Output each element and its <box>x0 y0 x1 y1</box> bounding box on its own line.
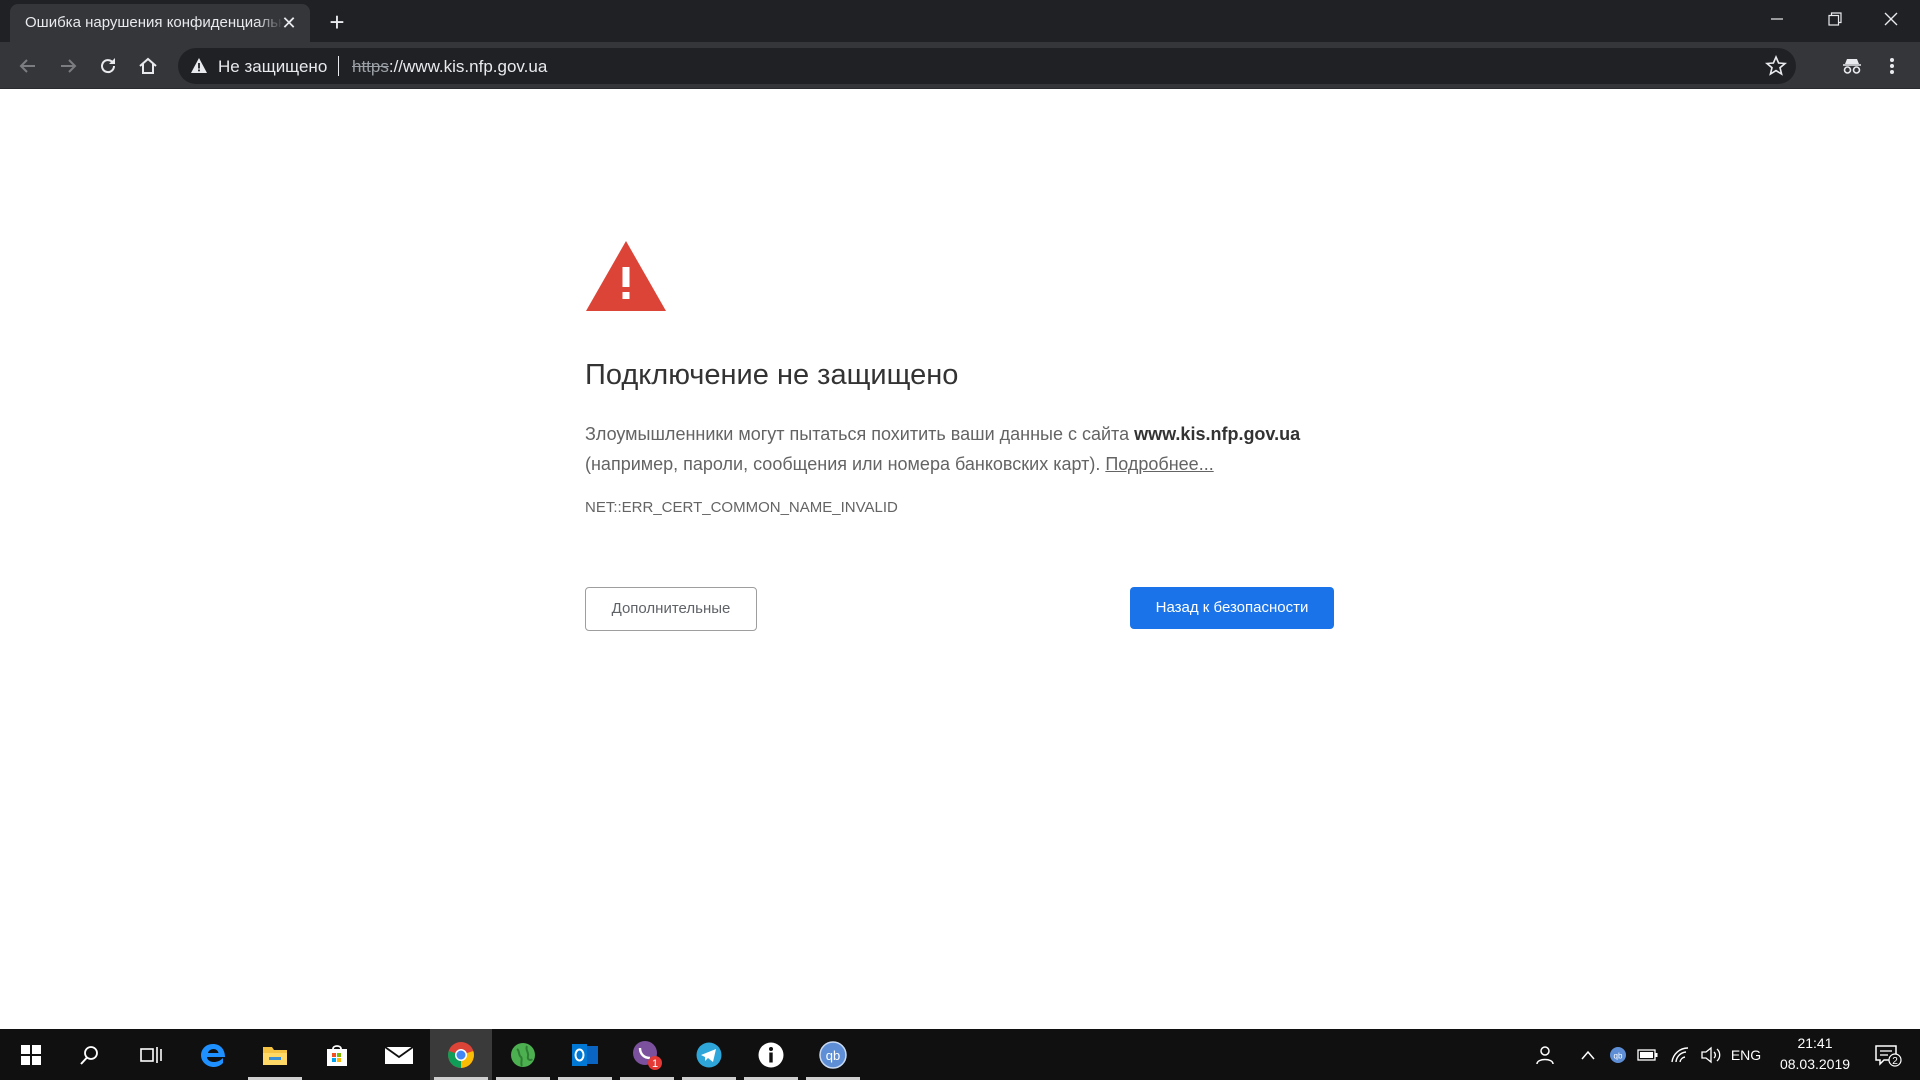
taskbar-mail[interactable] <box>368 1029 430 1080</box>
close-icon <box>1884 12 1898 26</box>
arrow-right-icon <box>61 59 77 73</box>
close-window-button[interactable] <box>1862 0 1920 38</box>
back-button[interactable] <box>12 50 44 82</box>
notification-icon: 2 <box>1875 1044 1902 1067</box>
advanced-button[interactable]: Дополнительные <box>585 587 757 631</box>
tray-qbittorrent[interactable]: qb <box>1606 1029 1630 1080</box>
error-code: NET::ERR_CERT_COMMON_NAME_INVALID <box>585 499 898 516</box>
restore-button[interactable] <box>1806 0 1864 38</box>
outlook-icon <box>572 1043 598 1066</box>
interstitial-page: Подключение не защищено Злоумышленники м… <box>0 89 1920 1029</box>
people-icon <box>1536 1045 1554 1064</box>
address-bar[interactable]: Не защищено https://www.kis.nfp.gov.ua <box>178 48 1796 84</box>
page-title: Подключение не защищено <box>585 359 959 391</box>
clock-time: 21:41 <box>1797 1035 1833 1051</box>
mail-icon <box>384 1045 414 1064</box>
telegram-icon <box>696 1042 722 1067</box>
home-icon <box>139 57 157 74</box>
svg-text:qb: qb <box>826 1048 840 1063</box>
taskbar-viber[interactable]: 1 <box>616 1029 678 1080</box>
menu-button[interactable] <box>1876 50 1908 82</box>
url-text[interactable]: https://www.kis.nfp.gov.ua <box>352 57 547 77</box>
wifi-icon <box>1671 1046 1689 1062</box>
arrow-left-icon <box>19 59 35 73</box>
qbittorrent-tray-icon: qb <box>1610 1046 1626 1063</box>
browser-tab[interactable]: Ошибка нарушения конфиденциальности ✕ <box>10 4 310 42</box>
learn-more-link[interactable]: Подробнее... <box>1105 454 1213 474</box>
battery-icon <box>1637 1048 1658 1061</box>
forward-button[interactable] <box>52 50 84 82</box>
chevron-up-icon <box>1581 1050 1595 1059</box>
kebab-menu-icon <box>1890 58 1894 74</box>
viber-badge: 1 <box>652 1058 658 1070</box>
windows-taskbar: 1 qb qb ENG 21:41 08.03.2019 2 <box>0 1029 1920 1080</box>
action-center-button[interactable]: 2 <box>1868 1029 1908 1080</box>
browser-toolbar: Не защищено https://www.kis.nfp.gov.ua <box>0 42 1920 89</box>
reload-button[interactable] <box>92 50 124 82</box>
info-icon <box>758 1042 784 1067</box>
tray-network[interactable] <box>1666 1029 1694 1080</box>
taskbar-info-app[interactable] <box>740 1029 802 1080</box>
taskbar-telegram[interactable] <box>678 1029 740 1080</box>
store-bag-icon <box>327 1044 347 1066</box>
viber-icon: 1 <box>633 1040 662 1070</box>
url-host: ://www.kis.nfp.gov.ua <box>388 57 548 76</box>
system-clock[interactable]: 21:41 08.03.2019 <box>1760 1033 1870 1075</box>
warning-description: Злоумышленники могут пытаться похитить в… <box>585 419 1345 479</box>
taskbar-chrome[interactable] <box>430 1029 492 1080</box>
tab-strip: Ошибка нарушения конфиденциальности ✕ + <box>0 0 1920 42</box>
taskbar-file-explorer[interactable] <box>244 1029 306 1080</box>
tray-battery[interactable] <box>1634 1029 1662 1080</box>
search-icon <box>80 1045 98 1065</box>
url-scheme: https <box>352 57 389 76</box>
security-status[interactable]: Не защищено <box>218 57 327 77</box>
new-tab-button[interactable]: + <box>322 8 352 38</box>
input-language[interactable]: ENG <box>1728 1029 1764 1080</box>
omnibox-divider <box>338 56 339 76</box>
site-domain: www.kis.nfp.gov.ua <box>1134 424 1301 444</box>
description-text: Злоумышленники могут пытаться похитить в… <box>585 424 1135 444</box>
taskbar-edge[interactable] <box>182 1029 244 1080</box>
taskbar-search-button[interactable] <box>58 1029 120 1080</box>
qbittorrent-icon: qb <box>819 1040 847 1069</box>
notification-count: 2 <box>1892 1056 1898 1067</box>
chrome-icon <box>448 1041 474 1068</box>
folder-icon <box>263 1046 287 1065</box>
warning-icon[interactable] <box>190 57 208 75</box>
task-view-button[interactable] <box>120 1029 182 1080</box>
show-hidden-icons-button[interactable] <box>1576 1029 1600 1080</box>
incognito-icon <box>1843 59 1861 74</box>
tray-volume[interactable] <box>1696 1029 1726 1080</box>
back-to-safety-button[interactable]: Назад к безопасности <box>1130 587 1334 629</box>
task-view-icon <box>140 1046 162 1063</box>
warning-triangle-icon <box>586 241 666 311</box>
reload-icon <box>101 58 116 74</box>
minimize-icon <box>1771 18 1783 20</box>
people-button[interactable] <box>1528 1029 1560 1080</box>
taskbar-store[interactable] <box>306 1029 368 1080</box>
edge-icon <box>201 1043 225 1067</box>
speaker-icon <box>1701 1046 1721 1063</box>
star-icon[interactable] <box>1764 54 1788 78</box>
tab-close-icon[interactable]: ✕ <box>278 12 300 34</box>
taskbar-qbittorrent[interactable]: qb <box>802 1029 864 1080</box>
tab-title: Ошибка нарушения конфиденциальности <box>25 14 283 31</box>
description-text-continued: (например, пароли, сообщения или номера … <box>585 454 1106 474</box>
windows-logo-icon <box>21 1044 41 1065</box>
restore-icon <box>1828 12 1842 26</box>
taskbar-vpn-globe[interactable] <box>492 1029 554 1080</box>
clock-date: 08.03.2019 <box>1779 1056 1851 1072</box>
language-indicator: ENG <box>1730 1046 1762 1063</box>
globe-icon <box>511 1042 535 1067</box>
taskbar-outlook[interactable] <box>554 1029 616 1080</box>
incognito-profile-button[interactable] <box>1836 50 1868 82</box>
minimize-button[interactable] <box>1748 0 1806 38</box>
svg-text:qb: qb <box>1614 1051 1623 1060</box>
home-button[interactable] <box>132 50 164 82</box>
start-button[interactable] <box>0 1029 62 1080</box>
